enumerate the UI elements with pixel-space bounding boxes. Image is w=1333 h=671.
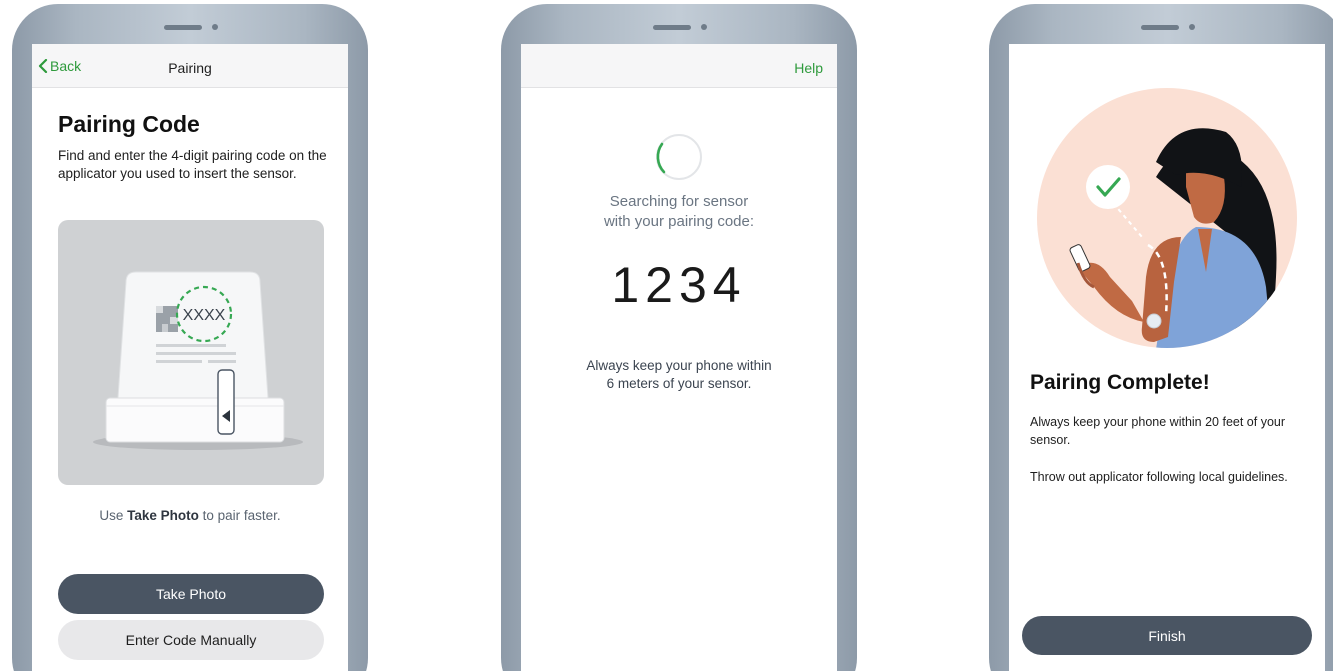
speaker-grille [1141,25,1179,30]
woman-with-phone-illustration [1037,88,1297,348]
help-button[interactable]: Help [794,60,823,76]
hint-prefix: Use [99,508,128,523]
pairing-code-screen: Back Pairing Pairing Code Find and enter… [32,44,348,671]
applicator-illustration: XXXX [58,220,324,485]
disposal-instructions: Throw out applicator following local gui… [1030,470,1288,484]
searching-message: Searching for sensor with your pairing c… [521,192,837,232]
speaker-grille [653,25,691,30]
searching-line-1: Searching for sensor [609,193,749,210]
pairing-complete-screen: Pairing Complete! Always keep your phone… [1009,44,1325,671]
hint-bold: Take Photo [127,508,199,523]
phone-frame-pairing-complete: Pairing Complete! Always keep your phone… [989,4,1333,671]
pairing-code-display: 1234 [611,257,747,313]
stage: Back Pairing Pairing Code Find and enter… [0,0,1333,671]
proximity-line-2: 6 meters of your sensor. [606,376,752,391]
searching-line-2: with your pairing code: [603,213,755,230]
take-photo-button[interactable]: Take Photo [58,574,324,614]
checkmark-badge [1086,165,1130,209]
instructions-text: Find and enter the 4-digit pairing code … [58,148,327,181]
nav-title: Pairing [168,60,212,76]
page-title: Pairing Code [58,111,200,137]
take-photo-hint: Use Take Photo to pair faster. [32,508,348,523]
front-camera [701,24,707,30]
page-title: Pairing Complete! [1030,371,1210,394]
proximity-reminder: Always keep your phone within 20 feet of… [1030,415,1286,447]
front-camera [212,24,218,30]
phone-frame-searching: Help Searching for sensor with your pair… [501,4,857,671]
hint-suffix: to pair faster. [198,508,281,523]
front-camera [1189,24,1195,30]
applicator-drawing: XXXX [93,271,303,450]
searching-screen: Help Searching for sensor with your pair… [521,44,837,671]
proximity-reminder: Always keep your phone within 6 meters o… [521,357,837,393]
navigation-bar: Help [521,44,837,88]
proximity-line-1: Always keep your phone within [586,358,772,373]
navigation-bar: Back Pairing [32,44,348,88]
enter-code-manually-button[interactable]: Enter Code Manually [58,620,324,660]
phone-frame-pairing-code: Back Pairing Pairing Code Find and enter… [12,4,368,671]
finish-button[interactable]: Finish [1022,616,1312,655]
illustration-code-text: XXXX [183,307,226,324]
loading-spinner-icon [656,134,702,180]
speaker-grille [164,25,202,30]
